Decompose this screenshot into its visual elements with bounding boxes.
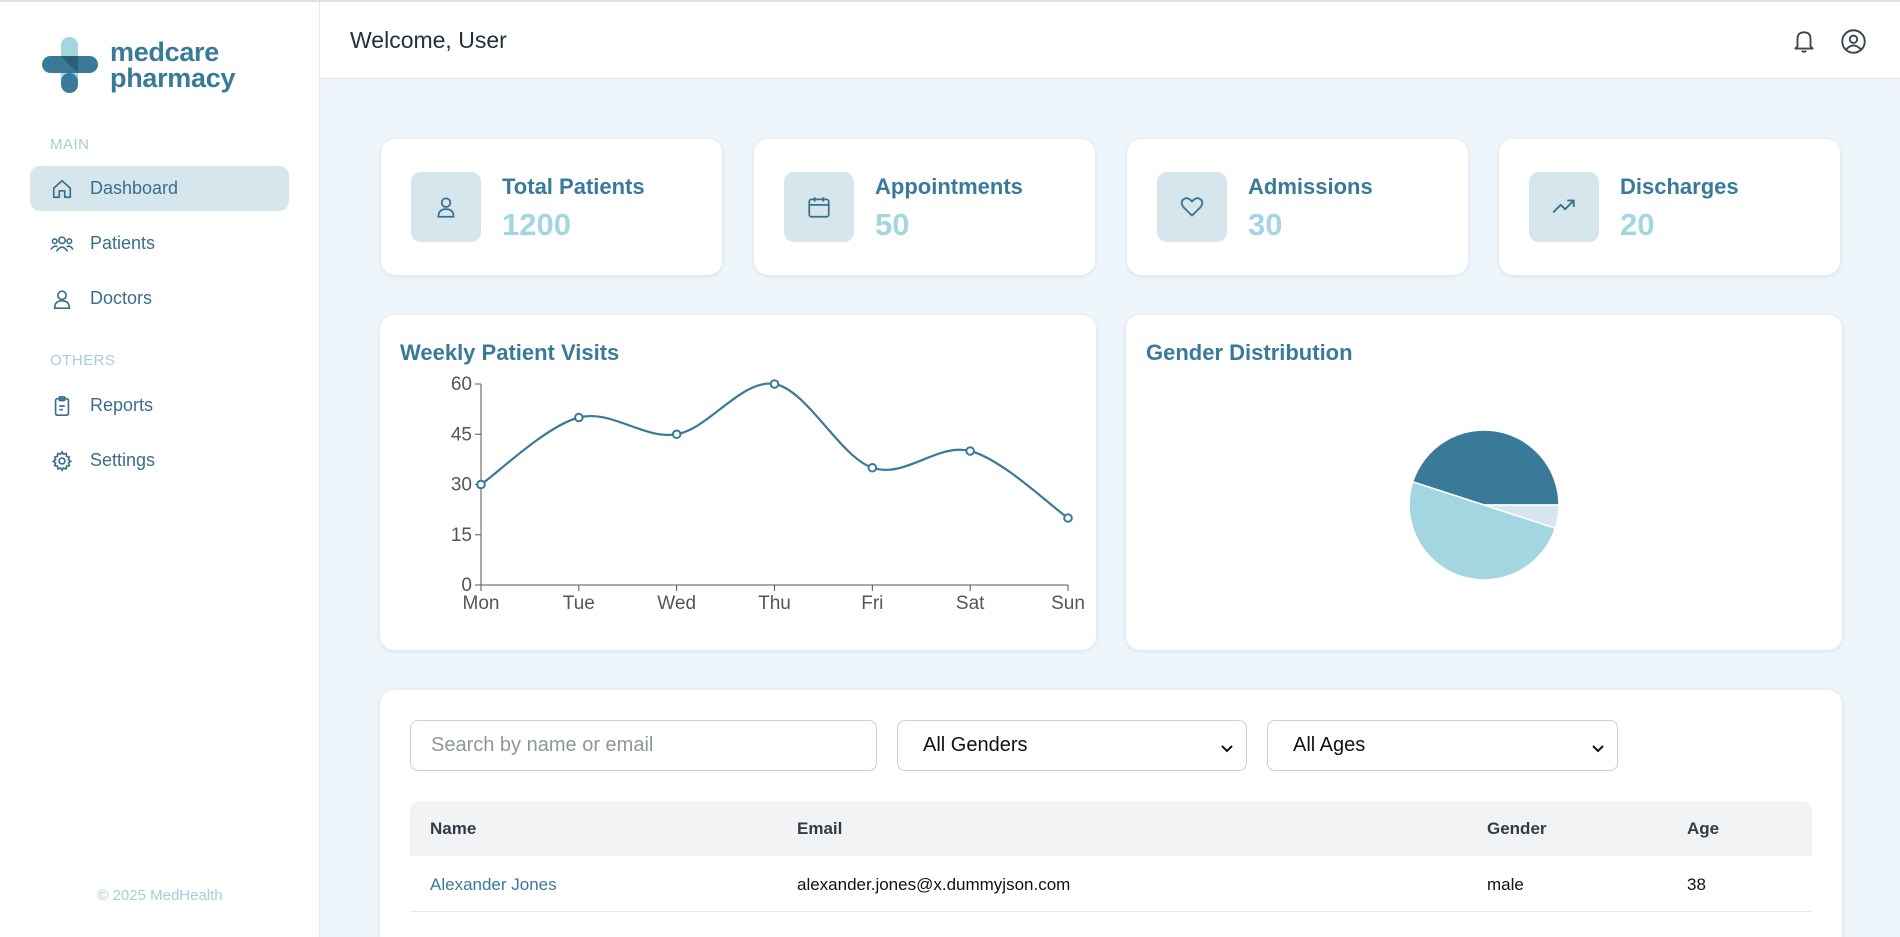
y-tick-label: 15	[451, 525, 472, 546]
stat-value: 20	[1620, 207, 1655, 242]
data-point[interactable]	[769, 379, 780, 389]
patient-email: alexander.jones@x.dummyjson.com	[797, 875, 1071, 894]
logo[interactable]: medcare pharmacy	[40, 35, 235, 95]
table-header: Name Email Gender Age	[410, 801, 1812, 856]
sidebar-footer: © 2025 MedHealth	[97, 887, 223, 904]
x-tick-label: Sun	[1051, 593, 1085, 614]
stat-title: Admissions	[1248, 174, 1373, 199]
bell-icon[interactable]	[1790, 27, 1818, 55]
column-header-name[interactable]: Name	[430, 819, 476, 839]
sidebar-item-label: Doctors	[90, 288, 153, 308]
weekly-visits-chart: 015304560Mon Tue Wed Thu Fri Sat Sun	[451, 374, 1085, 614]
user-circle-icon[interactable]	[1839, 27, 1867, 55]
column-header-gender[interactable]: Gender	[1487, 819, 1547, 839]
sidebar-item-doctors[interactable]: Doctors	[30, 276, 289, 321]
data-point[interactable]	[476, 479, 486, 490]
logo-text-line2: pharmacy	[110, 63, 236, 93]
column-header-age[interactable]: Age	[1687, 819, 1719, 839]
sidebar-item-reports[interactable]: Reports	[30, 383, 289, 428]
chevron-down-icon	[1220, 738, 1234, 761]
gender-distribution-chart	[1408, 429, 1560, 581]
gender-filter-value: All Genders	[923, 734, 1028, 756]
sidebar-item-label: Dashboard	[90, 178, 179, 198]
data-point[interactable]	[867, 462, 878, 473]
stat-card-discharges: Discharges 20	[1499, 139, 1840, 275]
gender-distribution-card: Gender Distribution	[1126, 315, 1842, 650]
table-row[interactable]: Alexander Jones alexander.jones@x.dummyj…	[410, 856, 1812, 912]
age-filter-value: All Ages	[1293, 734, 1366, 756]
calendar-icon	[784, 172, 854, 242]
stat-title: Total Patients	[502, 174, 645, 199]
sidebar-item-patients[interactable]: Patients	[30, 221, 289, 266]
chevron-down-icon	[1591, 738, 1605, 761]
user-icon	[50, 287, 74, 311]
gender-filter-select[interactable]: All Genders	[897, 720, 1247, 771]
patient-gender: male	[1487, 875, 1524, 894]
search-input[interactable]: Search by name or email	[410, 720, 877, 771]
data-point[interactable]	[965, 446, 975, 456]
x-tick-label: Wed	[657, 593, 696, 614]
data-point[interactable]	[671, 429, 682, 440]
sidebar-item-dashboard[interactable]: Dashboard	[30, 166, 289, 211]
x-tick-label: Sat	[956, 593, 985, 614]
trending-up-icon	[1529, 172, 1599, 242]
y-tick-label: 30	[451, 475, 472, 496]
home-icon	[50, 177, 74, 201]
y-tick-label: 60	[451, 374, 472, 395]
weekly-visits-card: Weekly Patient Visits 0 15 30 45 60 Mon Tue Wed…	[380, 315, 1096, 650]
x-tick-label: Tue	[563, 593, 595, 614]
patient-name-link[interactable]: Alexander Jones	[430, 875, 557, 895]
gear-icon	[50, 449, 74, 473]
patient-age: 38	[1687, 875, 1706, 894]
clipboard-icon	[50, 394, 74, 418]
stat-value: 30	[1248, 207, 1283, 242]
stat-value: 1200	[502, 207, 571, 242]
sidebar: medcare pharmacy MAIN Dashboard Patients…	[0, 2, 320, 937]
x-tick-label: Mon	[463, 593, 500, 614]
users-icon	[50, 232, 74, 256]
stat-title: Discharges	[1620, 174, 1739, 199]
logo-cross-icon	[40, 35, 100, 95]
x-tick-label: Fri	[861, 593, 883, 614]
user-icon	[411, 172, 481, 242]
stat-card-total-patients: Total Patients 1200	[381, 139, 722, 275]
stat-title: Appointments	[875, 174, 1023, 199]
data-point[interactable]	[1063, 513, 1073, 523]
heart-icon	[1157, 172, 1227, 242]
stat-card-admissions: Admissions 30	[1127, 139, 1468, 275]
sidebar-item-settings[interactable]: Settings	[30, 438, 289, 483]
series-line	[480, 382, 1069, 519]
patients-table-card: Search by name or email All Genders All …	[380, 690, 1842, 937]
column-header-email[interactable]: Email	[797, 819, 842, 839]
logo-text-line1: medcare	[110, 37, 219, 67]
age-filter-select[interactable]: All Ages	[1267, 720, 1618, 771]
data-point[interactable]	[574, 412, 584, 423]
section-label-others: OTHERS	[50, 352, 116, 369]
sidebar-item-label: Settings	[90, 450, 156, 470]
welcome-text: Welcome, User	[350, 27, 507, 53]
section-label-main: MAIN	[50, 136, 90, 153]
sidebar-item-label: Patients	[90, 233, 156, 253]
sidebar-item-label: Reports	[90, 395, 154, 415]
x-tick-label: Thu	[758, 593, 791, 614]
y-tick-label: 45	[451, 424, 472, 445]
top-header: Welcome, User	[320, 2, 1900, 79]
stat-card-appointments: Appointments 50	[754, 139, 1095, 275]
stat-value: 50	[875, 207, 910, 242]
